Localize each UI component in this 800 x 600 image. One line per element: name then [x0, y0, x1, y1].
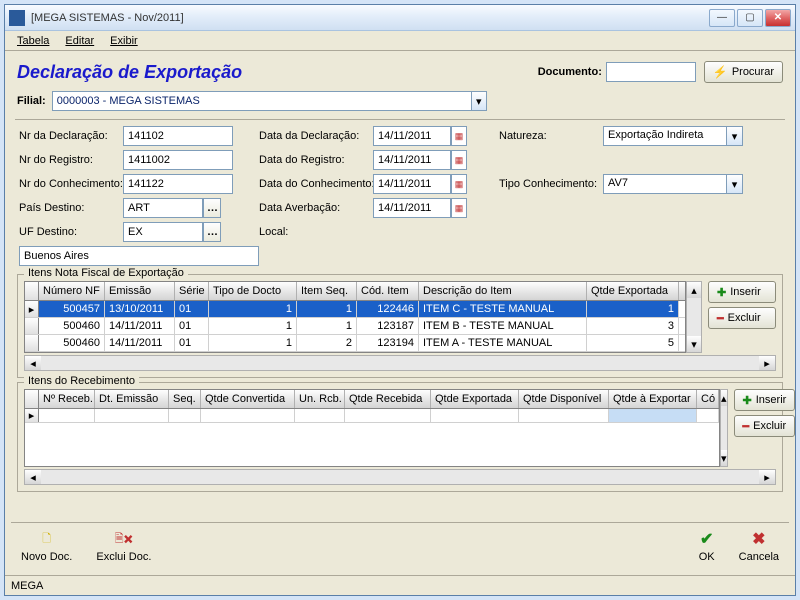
nr-reg-input[interactable] [123, 150, 233, 170]
tipo-con-label: Tipo Conhecimento: [499, 178, 599, 190]
data-reg-input[interactable] [373, 150, 451, 170]
cancela-button[interactable]: ✖Cancela [739, 529, 779, 563]
app-icon [9, 10, 25, 26]
nr-con-label: Nr do Conhecimento: [19, 178, 119, 190]
plus-icon: ✚ [743, 394, 752, 407]
minus-icon: ━ [717, 312, 724, 325]
procurar-button[interactable]: ⚡Procurar [704, 61, 783, 83]
date-picker-icon[interactable]: ▦ [451, 198, 467, 218]
documento-input[interactable] [606, 62, 696, 82]
uf-label: UF Destino: [19, 226, 119, 238]
statusbar: MEGA [5, 575, 795, 595]
data-con-input[interactable] [373, 174, 451, 194]
horizontal-scrollbar[interactable]: ◂▸ [24, 355, 776, 371]
table-row[interactable]: 50046014/11/20110112123194ITEM A - TESTE… [25, 335, 685, 352]
date-picker-icon[interactable]: ▦ [451, 126, 467, 146]
menu-editar[interactable]: Editar [59, 33, 100, 49]
documento-label: Documento: [538, 66, 602, 78]
itens-nf-grid[interactable]: Número NF Emissão Série Tipo de Docto It… [24, 281, 686, 353]
uf-input[interactable] [123, 222, 203, 242]
nr-decl-label: Nr da Declaração: [19, 130, 119, 142]
window-title: [MEGA SISTEMAS - Nov/2011] [31, 12, 709, 24]
lookup-button[interactable]: … [203, 198, 221, 218]
data-decl-label: Data da Declaração: [259, 130, 369, 142]
menu-tabela[interactable]: Tabela [11, 33, 55, 49]
data-reg-label: Data do Registro: [259, 154, 369, 166]
page-title: Declaração de Exportação [17, 62, 538, 83]
exclui-doc-button[interactable]: 🗎✖Exclui Doc. [96, 530, 151, 563]
table-row[interactable]: ▸ [25, 409, 719, 423]
pais-input[interactable] [123, 198, 203, 218]
chevron-down-icon: ▾ [727, 174, 743, 194]
titlebar: [MEGA SISTEMAS - Nov/2011] — ▢ ✕ [5, 5, 795, 31]
itens-recebimento-groupbox: Itens do Recebimento Nº Receb. Dt. Emiss… [17, 382, 783, 492]
local-input[interactable] [19, 246, 259, 266]
excluir-button[interactable]: ━Excluir [734, 415, 796, 437]
inserir-button[interactable]: ✚Inserir [734, 389, 796, 411]
local-label: Local: [259, 226, 369, 238]
date-picker-icon[interactable]: ▦ [451, 150, 467, 170]
menu-exibir[interactable]: Exibir [104, 33, 144, 49]
lightning-icon: ⚡ [713, 65, 728, 79]
filial-dropdown-icon[interactable]: ▾ [471, 91, 487, 111]
nr-reg-label: Nr do Registro: [19, 154, 119, 166]
row-indicator-icon: ▸ [25, 409, 39, 422]
minus-icon: ━ [743, 420, 750, 433]
vertical-scrollbar[interactable]: ▴▾ [686, 281, 702, 353]
data-con-label: Data do Conhecimento: [259, 178, 369, 190]
horizontal-scrollbar[interactable]: ◂▸ [24, 469, 776, 485]
delete-doc-icon: 🗎✖ [115, 530, 133, 549]
maximize-button[interactable]: ▢ [737, 9, 763, 27]
close-button[interactable]: ✕ [765, 9, 791, 27]
itens-recebimento-grid[interactable]: Nº Receb. Dt. Emissão Seq. Qtde Converti… [24, 389, 720, 467]
novo-doc-button[interactable]: 🗋Novo Doc. [21, 530, 72, 563]
status-text: MEGA [11, 580, 43, 592]
pais-label: País Destino: [19, 202, 119, 214]
itens-nf-groupbox: Itens Nota Fiscal de Exportação Número N… [17, 274, 783, 378]
data-averb-input[interactable] [373, 198, 451, 218]
tipo-con-combo[interactable]: AV7▾ [603, 174, 743, 194]
table-row[interactable]: 50046014/11/20110111123187ITEM B - TESTE… [25, 318, 685, 335]
row-indicator-icon: ▸ [25, 301, 39, 317]
vertical-scrollbar[interactable]: ▴▾ [720, 389, 728, 467]
date-picker-icon[interactable]: ▦ [451, 174, 467, 194]
filial-input[interactable]: 0000003 - MEGA SISTEMAS [52, 91, 472, 111]
data-decl-input[interactable] [373, 126, 451, 146]
natureza-label: Natureza: [499, 130, 599, 142]
natureza-combo[interactable]: Exportação Indireta▾ [603, 126, 743, 146]
nr-con-input[interactable] [123, 174, 233, 194]
menubar: Tabela Editar Exibir [5, 31, 795, 51]
new-doc-icon: 🗋 [42, 530, 51, 549]
filial-label: Filial: [17, 95, 46, 107]
chevron-down-icon: ▾ [727, 126, 743, 146]
table-row[interactable]: ▸ 50045713/10/20110111122446ITEM C - TES… [25, 301, 685, 318]
nr-decl-input[interactable] [123, 126, 233, 146]
plus-icon: ✚ [717, 286, 726, 299]
lookup-button[interactable]: … [203, 222, 221, 242]
cancel-icon: ✖ [752, 529, 765, 549]
ok-button[interactable]: ✔OK [699, 529, 715, 563]
excluir-button[interactable]: ━Excluir [708, 307, 776, 329]
inserir-button[interactable]: ✚Inserir [708, 281, 776, 303]
minimize-button[interactable]: — [709, 9, 735, 27]
check-icon: ✔ [700, 529, 713, 549]
data-averb-label: Data Averbação: [259, 202, 369, 214]
